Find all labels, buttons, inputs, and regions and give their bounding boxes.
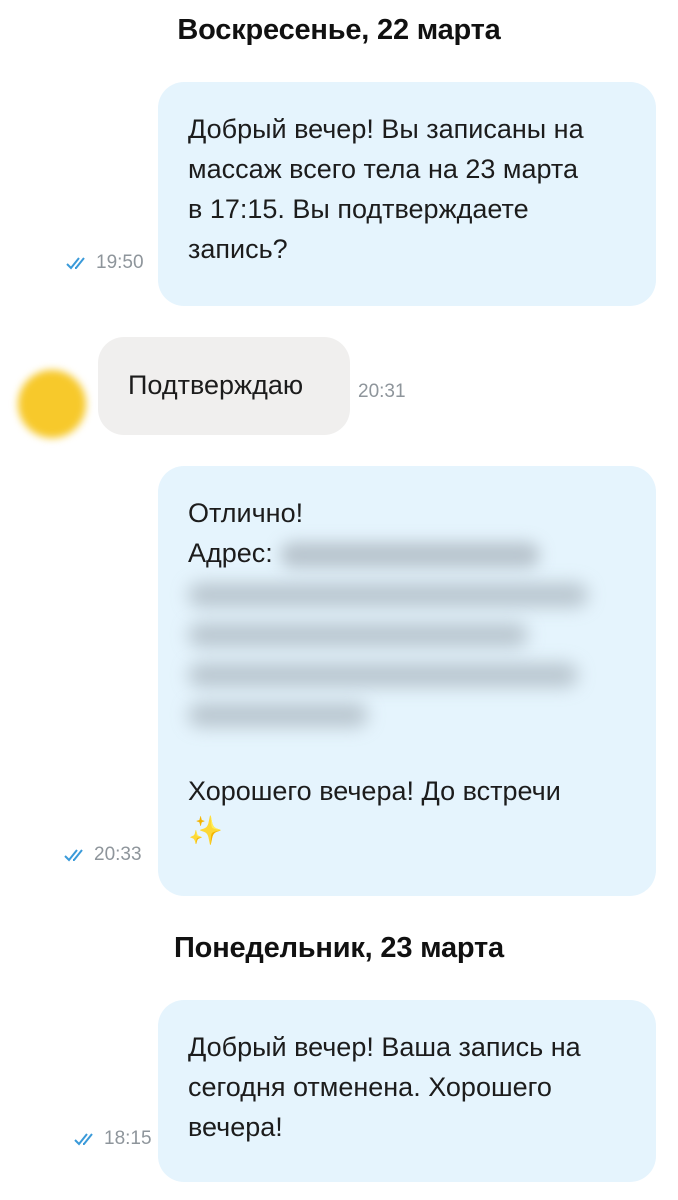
message-text-line: Хорошего вечера! До встречи bbox=[188, 776, 561, 806]
outgoing-message-bubble[interactable]: Добрый вечер! Ваша запись на сегодня отм… bbox=[158, 1000, 656, 1182]
double-check-icon bbox=[66, 255, 92, 271]
double-check-icon bbox=[64, 847, 90, 863]
incoming-message-bubble[interactable]: Подтверждаю bbox=[98, 337, 350, 435]
message-time: 19:50 bbox=[96, 252, 144, 273]
message-time: 20:33 bbox=[94, 844, 142, 865]
outgoing-message-bubble[interactable]: Добрый вечер! Вы записаны на массаж всег… bbox=[158, 82, 656, 306]
message-text-line: сегодня отменена. Хорошего bbox=[188, 1072, 552, 1102]
avatar[interactable] bbox=[18, 370, 86, 438]
address-line: Адрес: bbox=[188, 533, 626, 573]
date-header-sunday: Воскресенье, 22 марта bbox=[177, 14, 501, 46]
message-time: 18:15 bbox=[104, 1128, 152, 1149]
message-text-line: вечера! bbox=[188, 1112, 283, 1142]
sparkles-icon: ✨ bbox=[188, 814, 223, 847]
message-text-line: Добрый вечер! Ваша запись на bbox=[188, 1032, 581, 1062]
message-text-line: Добрый вечер! Вы записаны на bbox=[188, 114, 584, 144]
message-meta: 18:15 bbox=[74, 1128, 152, 1150]
message-text-line: массаж всего тела на 23 марта bbox=[188, 154, 578, 184]
message-meta: 19:50 bbox=[66, 252, 144, 274]
date-header-monday: Понедельник, 23 марта bbox=[174, 932, 504, 964]
message-text-line: запись? bbox=[188, 234, 288, 264]
message-text-line: Отлично! bbox=[188, 498, 304, 528]
message-meta: 20:33 bbox=[64, 844, 142, 866]
message-time: 20:31 bbox=[358, 381, 406, 402]
address-label: Адрес: bbox=[188, 538, 273, 568]
outgoing-message-bubble[interactable]: Отлично! Адрес: Хорошего вечера! До встр… bbox=[158, 466, 656, 896]
redacted-address-block bbox=[188, 573, 626, 771]
double-check-icon bbox=[74, 1131, 100, 1147]
redacted-text bbox=[280, 541, 541, 568]
message-meta: 20:31 bbox=[358, 381, 406, 403]
message-text: Подтверждаю bbox=[128, 370, 304, 400]
message-text-line: в 17:15. Вы подтверждаете bbox=[188, 194, 529, 224]
